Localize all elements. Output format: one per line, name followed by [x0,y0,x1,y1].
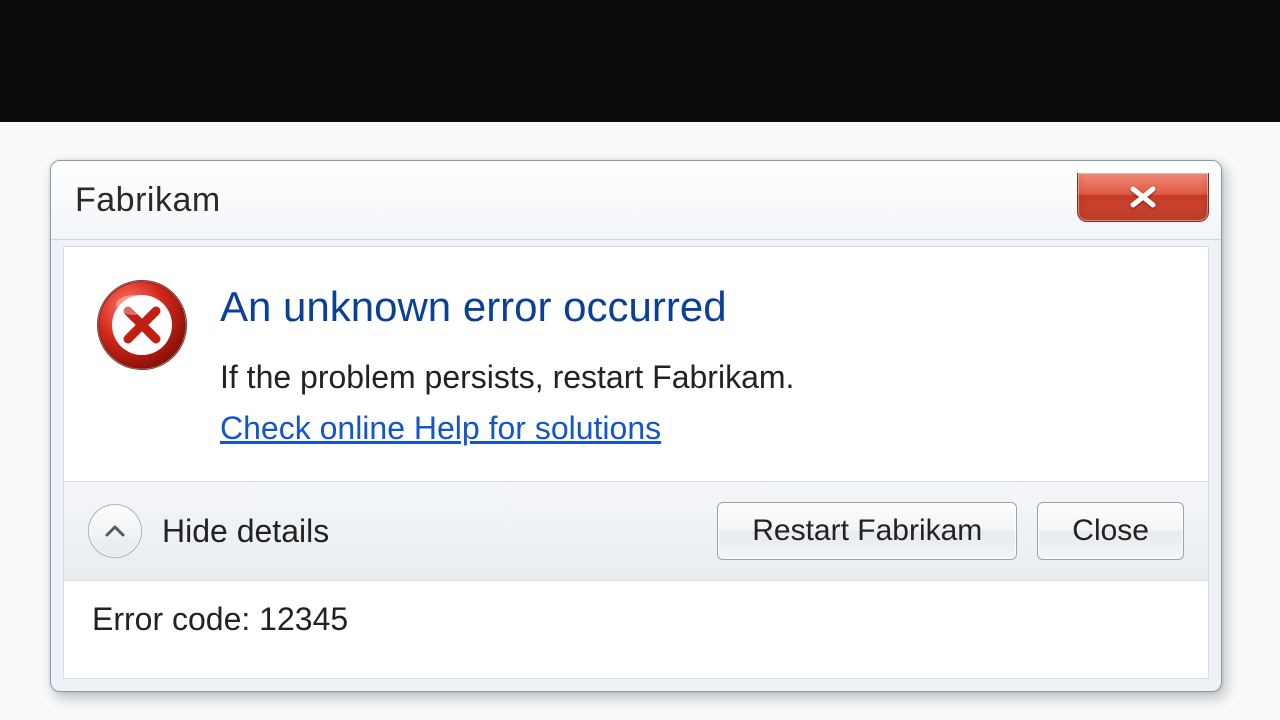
help-link[interactable]: Check online Help for solutions [220,410,661,446]
title-bar: Fabrikam [51,161,1221,240]
window-close-button[interactable] [1077,173,1209,222]
close-button[interactable]: Close [1037,502,1184,560]
error-code-text: Error code: 12345 [92,601,1180,638]
restart-button[interactable]: Restart Fabrikam [717,502,1017,560]
toggle-details-label: Hide details [162,513,697,550]
error-headline: An unknown error occurred [220,283,1180,331]
error-icon [92,275,192,447]
chevron-up-icon [104,523,126,539]
error-dialog: Fabrikam [50,160,1222,692]
details-panel: Error code: 12345 [63,581,1209,679]
window-title: Fabrikam [75,181,221,220]
close-icon [1129,186,1157,208]
content-area: An unknown error occurred If the problem… [63,246,1209,482]
dialog-footer: Hide details Restart Fabrikam Close [63,482,1209,581]
toggle-details-button[interactable] [88,504,142,558]
error-body-text: If the problem persists, restart Fabrika… [220,359,1180,396]
